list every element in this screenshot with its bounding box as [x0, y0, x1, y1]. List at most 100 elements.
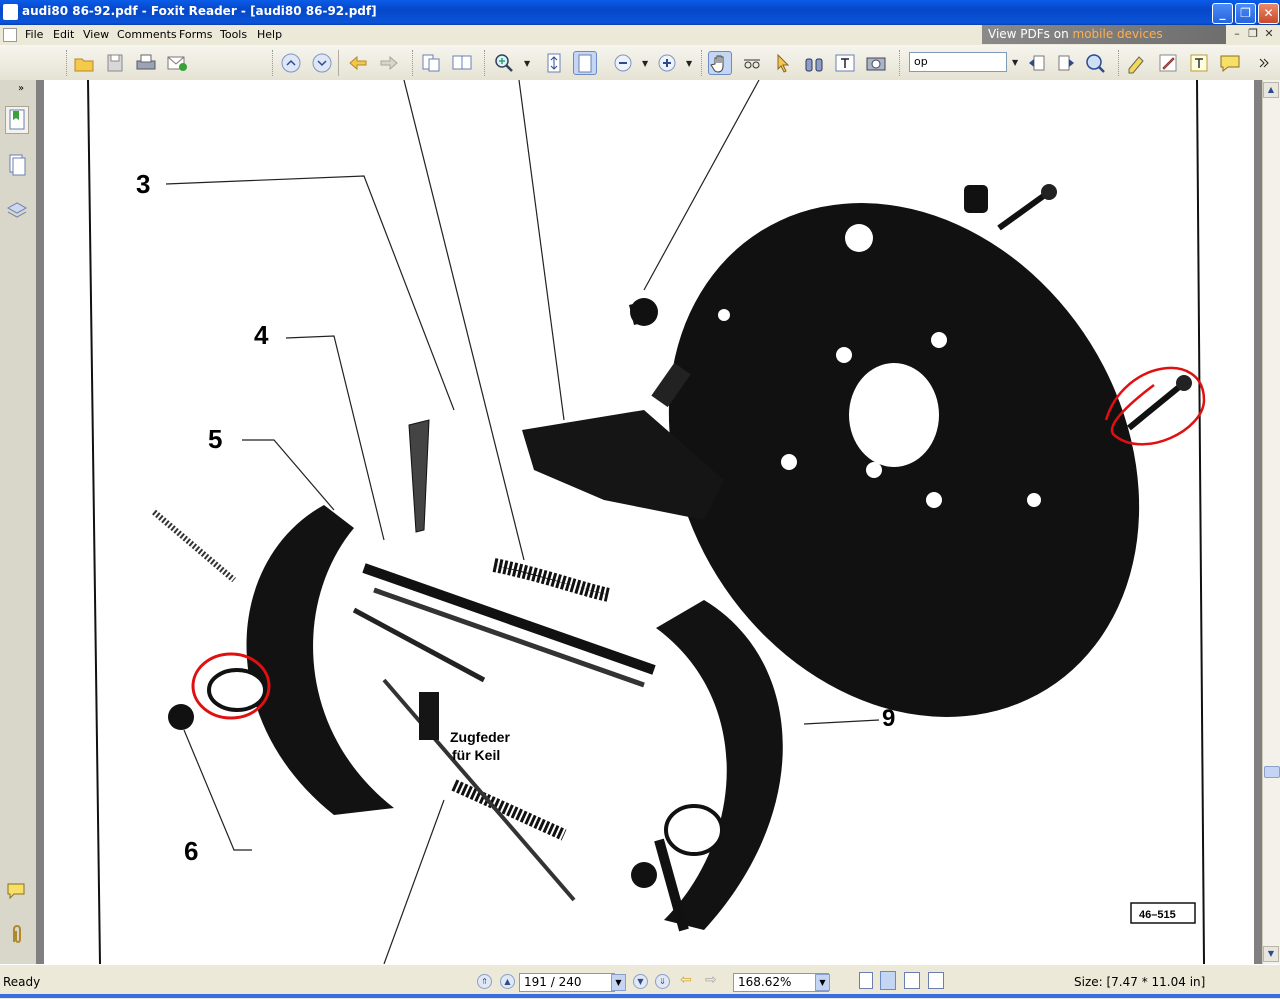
- zoom-in-dropdown[interactable]: ▼: [686, 59, 692, 68]
- select-text-button[interactable]: [740, 51, 764, 75]
- snapshot-button[interactable]: [864, 51, 888, 75]
- find-next-button[interactable]: [1054, 51, 1078, 75]
- facing-pages-button[interactable]: [450, 51, 474, 75]
- toolbar-grip[interactable]: [66, 50, 70, 76]
- scroll-thumb[interactable]: [1264, 766, 1280, 778]
- prev-page-status-button[interactable]: ▲: [500, 974, 515, 989]
- toolbar-grip[interactable]: [412, 50, 416, 76]
- scroll-up-arrow[interactable]: ▲: [1263, 82, 1279, 98]
- facing-view-icon[interactable]: [904, 972, 920, 989]
- menu-tools[interactable]: Tools: [220, 28, 247, 41]
- doc-minimize-button[interactable]: –: [1230, 27, 1244, 41]
- toolbar-grip[interactable]: [899, 50, 903, 76]
- zoom-in-button[interactable]: [655, 51, 679, 75]
- arrow-up-circle-icon: [281, 53, 301, 73]
- note-tool-button[interactable]: [1218, 51, 1242, 75]
- ad-highlight: mobile devices: [1072, 27, 1163, 41]
- next-page-button[interactable]: [310, 51, 334, 75]
- toolbar-separator: [338, 50, 339, 76]
- select-text-icon: [744, 59, 760, 69]
- toolbar-grip[interactable]: [484, 50, 488, 76]
- status-text: Ready: [3, 975, 41, 989]
- zoom-in-icon: [658, 54, 676, 72]
- back-arrow-icon[interactable]: ⇦: [680, 972, 692, 988]
- camera-icon: [866, 57, 886, 71]
- email-icon: [167, 56, 187, 71]
- toolbar-overflow-button[interactable]: [1252, 51, 1276, 75]
- bookmarks-tab[interactable]: [5, 106, 29, 134]
- find-input[interactable]: op: [909, 52, 1007, 72]
- menu-view[interactable]: View: [83, 28, 109, 41]
- single-page-button[interactable]: [419, 51, 443, 75]
- zoom-tool-button[interactable]: [492, 51, 516, 75]
- toolbar-grip[interactable]: [701, 50, 705, 76]
- print-button[interactable]: [134, 51, 158, 75]
- zoom-tool-dropdown[interactable]: ▼: [524, 59, 530, 68]
- find-dropdown[interactable]: ▼: [1012, 58, 1018, 67]
- comment-tool-button[interactable]: [1125, 51, 1149, 75]
- close-button[interactable]: ✕: [1258, 3, 1279, 24]
- menu-forms[interactable]: Forms: [179, 28, 212, 41]
- find-button[interactable]: [802, 51, 826, 75]
- menu-edit[interactable]: Edit: [53, 28, 74, 41]
- arrow-pointer-icon: [777, 53, 790, 73]
- last-page-button[interactable]: ⇓: [655, 974, 670, 989]
- pages-icon: [452, 55, 472, 70]
- back-button[interactable]: [346, 51, 370, 75]
- comments-tab[interactable]: [5, 878, 29, 906]
- vertical-scrollbar[interactable]: ▲ ▼: [1262, 80, 1280, 964]
- page-number-field[interactable]: 191 / 240: [519, 973, 615, 992]
- menu-help[interactable]: Help: [257, 28, 282, 41]
- scroll-down-arrow[interactable]: ▼: [1263, 946, 1279, 962]
- document-view[interactable]: 3 4 5 6 9 Zugfeder für Keil 46–515: [36, 80, 1262, 964]
- hand-tool-button[interactable]: [708, 51, 732, 75]
- first-page-button[interactable]: ⇑: [477, 974, 492, 989]
- label-zugfeder: Zugfeder: [450, 729, 510, 745]
- toolbar-grip[interactable]: [272, 50, 276, 76]
- doc-close-button[interactable]: ✕: [1262, 27, 1276, 41]
- pencil-icon: [1159, 54, 1177, 72]
- fit-width-icon: [578, 54, 592, 73]
- zoom-out-dropdown[interactable]: ▼: [642, 59, 648, 68]
- label-3: 3: [136, 169, 150, 199]
- menu-file[interactable]: File: [25, 28, 43, 41]
- find-previous-button[interactable]: [1025, 51, 1049, 75]
- text-tool-icon: [835, 54, 855, 72]
- arrow-down-circle-icon: [312, 53, 332, 73]
- search-button[interactable]: [1083, 51, 1107, 75]
- open-folder-button[interactable]: [72, 51, 96, 75]
- fit-page-button[interactable]: [542, 51, 566, 75]
- zoom-dropdown[interactable]: ▼: [815, 974, 830, 991]
- maximize-button[interactable]: ❐: [1235, 3, 1256, 24]
- forward-arrow-icon[interactable]: ⇨: [705, 972, 717, 988]
- email-button[interactable]: [165, 51, 189, 75]
- pencil-tool-button[interactable]: [1156, 51, 1180, 75]
- chevron-right-icon: [1259, 58, 1269, 68]
- save-button[interactable]: [103, 51, 127, 75]
- single-page-view-icon[interactable]: [859, 972, 873, 989]
- continuous-view-icon[interactable]: [880, 971, 896, 990]
- search-globe-icon: [1086, 54, 1105, 73]
- typewriter-button[interactable]: [833, 51, 857, 75]
- toolbar-grip[interactable]: [1118, 50, 1122, 76]
- annotation-select-button[interactable]: [771, 51, 795, 75]
- pages-tab[interactable]: [5, 152, 29, 180]
- layers-tab[interactable]: [5, 196, 29, 224]
- textbox-tool-button[interactable]: [1187, 51, 1211, 75]
- page-dropdown[interactable]: ▼: [611, 974, 626, 991]
- continuous-facing-view-icon[interactable]: [928, 972, 944, 989]
- doc-restore-button[interactable]: ❐: [1246, 27, 1260, 41]
- previous-page-button[interactable]: [279, 51, 303, 75]
- fit-width-button[interactable]: [573, 51, 597, 75]
- next-page-status-button[interactable]: ▼: [633, 974, 648, 989]
- layers-icon: [6, 202, 28, 218]
- minimize-button[interactable]: _: [1212, 3, 1233, 24]
- zoom-out-button[interactable]: [611, 51, 635, 75]
- forward-button[interactable]: [377, 51, 401, 75]
- attachments-tab[interactable]: [5, 922, 29, 950]
- folder-icon: [74, 58, 94, 72]
- menu-comments[interactable]: Comments: [117, 28, 177, 41]
- forward-arrow-icon: [380, 55, 398, 71]
- mobile-ad-banner[interactable]: View PDFs on mobile devices: [982, 25, 1226, 44]
- expand-panel-icon[interactable]: »: [18, 83, 24, 94]
